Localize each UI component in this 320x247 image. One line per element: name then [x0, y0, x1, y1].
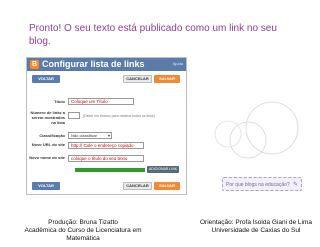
credits-right: Orientação: Profa Isolda Giani de Lima U…: [195, 219, 317, 235]
blogger-screenshot: B Configurar lista de links Ajuda VOLTAR…: [26, 57, 187, 195]
sort-label: Classificação: [39, 133, 65, 138]
screenshot-title-bar: B Configurar lista de links Ajuda: [27, 58, 186, 71]
name-label: Novo nome do site: [29, 155, 65, 160]
pencil-icon: ✎: [292, 182, 298, 188]
help-link[interactable]: Ajuda: [173, 61, 183, 66]
cancel-button-top[interactable]: CANCELAR: [123, 75, 152, 83]
small-circle: [214, 120, 242, 148]
credits-left: Produção: Bruna Tizatto Acadêmica do Cur…: [8, 219, 158, 243]
decorative-circles: [214, 101, 299, 159]
screenshot-title: Configurar lista de links: [42, 59, 145, 69]
title-label: Título: [54, 99, 65, 104]
blogger-logo-icon: B: [30, 60, 39, 69]
count-hint: (Deixe em branco para mostrar todos os l…: [83, 114, 155, 118]
large-circle: [245, 101, 299, 155]
back-button-bottom[interactable]: VOLTAR: [32, 182, 60, 190]
blog-link-box[interactable]: Por que blogs na educação? ✎: [222, 177, 302, 191]
slide-heading: Pronto! O seu texto está publicado como …: [29, 23, 277, 47]
save-button-bottom[interactable]: SALVAR: [154, 182, 180, 190]
producer-line: Produção: Bruna Tizatto: [48, 219, 118, 226]
count-label: Número de links a serem mostrados na lis…: [30, 110, 65, 125]
blog-link-text: Por que blogs na educação?: [226, 182, 290, 188]
count-input[interactable]: [68, 112, 80, 119]
back-button-top[interactable]: VOLTAR: [32, 75, 60, 83]
url-label: Novo URL do site: [31, 142, 65, 147]
title-input[interactable]: Coloque um Título: [68, 98, 134, 105]
cancel-button-bottom[interactable]: CANCELAR: [123, 182, 152, 190]
green-highlight-bar: [75, 168, 145, 172]
name-input[interactable]: coloque o título do seu texto: [68, 155, 144, 162]
add-link-button[interactable]: ADICIONAR LINK: [147, 166, 179, 173]
save-button-top[interactable]: SALVAR: [154, 75, 180, 83]
bottom-button-row: VOLTAR CANCELAR SALVAR: [32, 182, 182, 190]
producer-course-line: Acadêmica do Curso de Licenciatura em Ma…: [24, 227, 142, 242]
url-input[interactable]: http:// Cole o endereço copiado: [68, 142, 144, 149]
sort-select[interactable]: Não classificar: [68, 132, 112, 139]
medium-circle: [229, 121, 267, 159]
top-button-row: VOLTAR CANCELAR SALVAR: [32, 75, 182, 83]
advisor-line: Orientação: Profa Isolda Giani de Lima: [199, 219, 312, 226]
university-line: Universidade de Caxias do Sul: [211, 227, 301, 234]
